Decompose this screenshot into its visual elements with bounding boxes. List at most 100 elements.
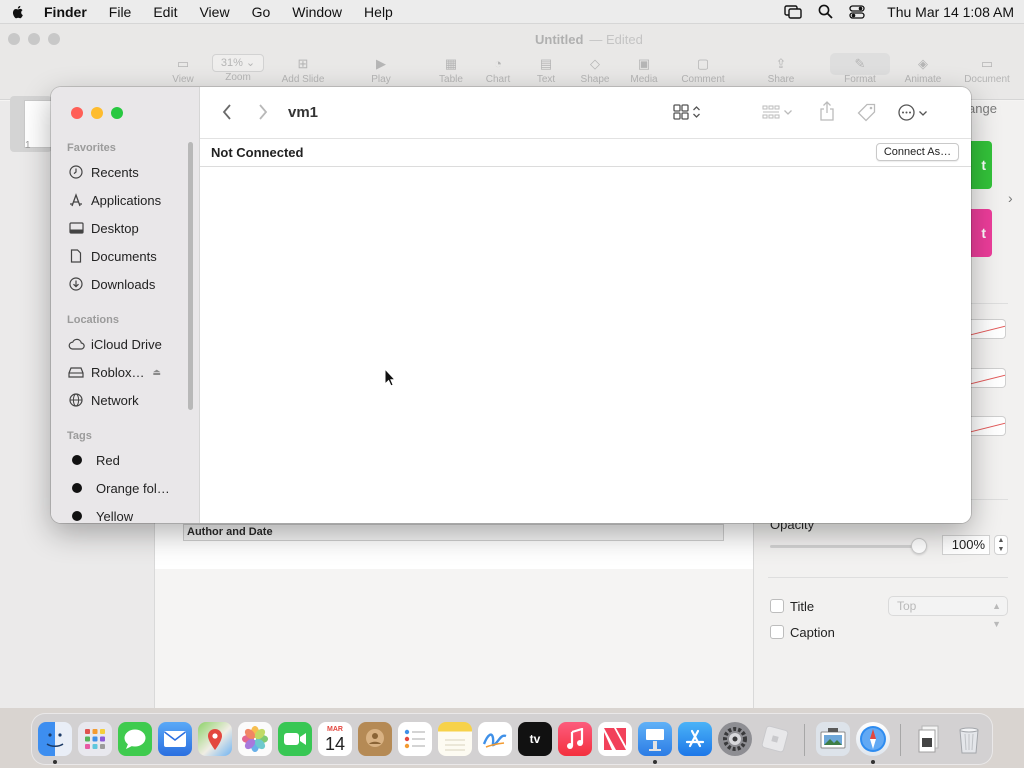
calendar-month: MAR bbox=[327, 725, 343, 733]
launchpad-grid-icon bbox=[85, 729, 105, 749]
title-position-select[interactable]: Top ▲ ▼ bbox=[888, 596, 1008, 629]
menu-file[interactable]: File bbox=[109, 4, 132, 20]
sidebar-item-label: iCloud Drive bbox=[91, 336, 162, 352]
toolbar-play[interactable]: ▶ Play bbox=[351, 54, 411, 85]
chevron-right-icon[interactable]: › bbox=[1008, 190, 1013, 206]
dock-launchpad[interactable] bbox=[78, 722, 112, 756]
zoom-button[interactable] bbox=[111, 107, 123, 119]
sidebar-scrollbar[interactable] bbox=[188, 142, 193, 410]
keynote-close-button[interactable] bbox=[8, 33, 20, 45]
dock-mail[interactable] bbox=[158, 722, 192, 756]
dock-tv[interactable]: tv bbox=[518, 722, 552, 756]
dock-music[interactable] bbox=[558, 722, 592, 756]
action-menu-button[interactable] bbox=[898, 104, 928, 121]
dock-notes[interactable] bbox=[438, 722, 472, 756]
group-by-button[interactable] bbox=[762, 105, 793, 119]
line-style-preview[interactable] bbox=[968, 416, 1006, 436]
share-button[interactable] bbox=[819, 101, 835, 121]
toolbar-media[interactable]: ▣ Media bbox=[614, 54, 674, 85]
dock-app-store[interactable] bbox=[678, 722, 712, 756]
sidebar-item-desktop[interactable]: Desktop bbox=[67, 217, 191, 239]
toolbar-animate[interactable]: ◈ Animate bbox=[893, 54, 953, 85]
dock-photos[interactable] bbox=[238, 722, 272, 756]
forward-button[interactable] bbox=[256, 102, 270, 125]
caption-checkbox[interactable] bbox=[770, 625, 784, 639]
style-swatch-green[interactable]: t bbox=[968, 141, 992, 189]
menu-window[interactable]: Window bbox=[292, 4, 342, 20]
opacity-slider-knob[interactable] bbox=[911, 538, 927, 554]
menu-clock[interactable]: Thu Mar 14 1:08 AM bbox=[887, 4, 1014, 20]
back-button[interactable] bbox=[220, 102, 234, 125]
toolbar-add-slide[interactable]: ⊞ Add Slide bbox=[273, 54, 333, 85]
toolbar-document[interactable]: ▭ Document bbox=[957, 54, 1017, 85]
close-button[interactable] bbox=[71, 107, 83, 119]
dock-reminders[interactable] bbox=[398, 722, 432, 756]
sidebar-item-icloud-drive[interactable]: iCloud Drive bbox=[67, 333, 191, 355]
minimize-button[interactable] bbox=[91, 107, 103, 119]
comment-icon: ▢ bbox=[696, 56, 710, 71]
arrange-tab[interactable]: ange bbox=[968, 101, 997, 116]
title-position-value: Top bbox=[897, 599, 917, 613]
apple-icon[interactable] bbox=[10, 4, 26, 20]
line-style-preview[interactable] bbox=[968, 368, 1006, 388]
dock-contacts[interactable] bbox=[358, 722, 392, 756]
menu-help[interactable]: Help bbox=[364, 4, 393, 20]
toolbar-format[interactable]: ✎ Format bbox=[830, 54, 890, 85]
dock-finder[interactable] bbox=[38, 722, 72, 756]
sidebar-item-label: Yellow bbox=[96, 508, 134, 524]
title-checkbox[interactable] bbox=[770, 599, 784, 613]
style-swatch-pink[interactable]: t bbox=[968, 209, 992, 257]
menu-extras: Thu Mar 14 1:08 AM bbox=[784, 4, 1014, 20]
chevron-down-icon bbox=[919, 110, 927, 116]
dock-safari[interactable] bbox=[856, 722, 890, 756]
apple-tv-logo-icon: tv bbox=[529, 732, 541, 746]
connect-as-button[interactable]: Connect As… bbox=[876, 143, 959, 161]
dock-downloads-stack[interactable] bbox=[912, 722, 946, 756]
screen-mirroring-icon[interactable] bbox=[784, 4, 802, 19]
dock-messages[interactable] bbox=[118, 722, 152, 756]
control-center-icon[interactable] bbox=[849, 4, 865, 19]
sidebar-item-downloads[interactable]: Downloads bbox=[67, 273, 191, 295]
sidebar-item-tag-yellow[interactable]: Yellow bbox=[67, 505, 191, 523]
dock-preview[interactable] bbox=[816, 722, 850, 756]
opacity-stepper[interactable]: ▲ ▼ bbox=[994, 535, 1008, 555]
eject-icon[interactable]: ⏏ bbox=[152, 367, 161, 378]
dock-freeform[interactable] bbox=[478, 722, 512, 756]
menu-go[interactable]: Go bbox=[252, 4, 271, 20]
keynote-minimize-button[interactable] bbox=[28, 33, 40, 45]
dock-system-settings[interactable] bbox=[718, 722, 752, 756]
opacity-field[interactable]: 100% bbox=[942, 535, 990, 555]
dock-maps[interactable] bbox=[198, 722, 232, 756]
sidebar-item-applications[interactable]: Applications bbox=[67, 189, 191, 211]
author-date-placeholder[interactable]: Author and Date bbox=[183, 524, 724, 541]
toolbar-comment[interactable]: ▢ Comment bbox=[673, 54, 733, 85]
zoom-select[interactable]: 31% ⌄ bbox=[212, 54, 264, 72]
menu-view[interactable]: View bbox=[199, 4, 229, 20]
sidebar-item-label: Downloads bbox=[91, 276, 156, 292]
tag-button[interactable] bbox=[857, 103, 876, 122]
sidebar-item-documents[interactable]: Documents bbox=[67, 245, 191, 267]
menu-edit[interactable]: Edit bbox=[153, 4, 177, 20]
finder-content-area[interactable] bbox=[200, 167, 971, 523]
dock-trash[interactable] bbox=[952, 722, 986, 756]
dock-facetime[interactable] bbox=[278, 722, 312, 756]
sidebar-item-network[interactable]: Network bbox=[67, 389, 191, 411]
keynote-zoom-button[interactable] bbox=[48, 33, 60, 45]
toolbar-document-label: Document bbox=[964, 74, 1010, 85]
sidebar-item-roblox[interactable]: Roblox… ⏏ bbox=[67, 361, 191, 383]
menu-finder[interactable]: Finder bbox=[44, 4, 87, 20]
sidebar-item-tag-orange[interactable]: Orange fol… bbox=[67, 477, 191, 499]
spotlight-search-icon[interactable] bbox=[818, 4, 833, 19]
sidebar-item-recents[interactable]: Recents bbox=[67, 161, 191, 183]
toolbar-share[interactable]: ⇪ Share bbox=[751, 54, 811, 85]
dock-roblox[interactable] bbox=[758, 722, 792, 756]
opacity-slider[interactable] bbox=[770, 545, 922, 548]
finder-sidebar: Favorites Recents Applications Desktop D… bbox=[51, 87, 200, 523]
dock-keynote[interactable] bbox=[638, 722, 672, 756]
dock-calendar[interactable]: MAR 14 bbox=[318, 722, 352, 756]
toolbar-view[interactable]: ▭ View bbox=[153, 54, 213, 85]
dock-news[interactable] bbox=[598, 722, 632, 756]
line-style-preview[interactable] bbox=[968, 319, 1006, 339]
view-mode-button[interactable] bbox=[673, 104, 701, 120]
sidebar-item-tag-red[interactable]: Red bbox=[67, 449, 191, 471]
